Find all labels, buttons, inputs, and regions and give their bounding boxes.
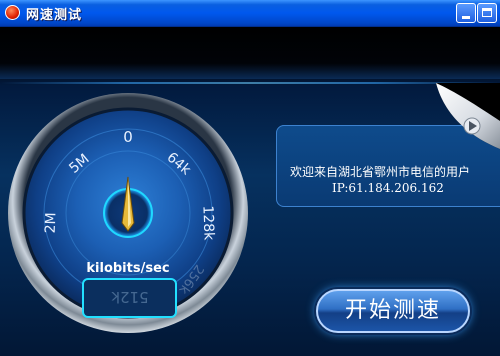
app-icon [5,5,20,20]
title-bar[interactable]: 网速测试 [0,0,500,27]
maximize-icon [482,8,492,17]
welcome-text: 欢迎来自湖北省鄂州市电信的用户 [290,165,471,179]
tick-label-2m: 2M [43,212,60,234]
ip-address: IP:61.184.206.162 [332,181,444,195]
page-curl-icon[interactable] [436,83,500,149]
speed-gauge: 0 5M 64k 2M 128k 256k kilobits/sec 512k [8,93,248,333]
speed-readout: 512k [111,288,149,306]
maximize-button[interactable] [477,3,497,23]
tick-label-0: 0 [123,128,133,146]
start-test-button[interactable]: 开始测速 [316,289,470,333]
window-title: 网速测试 [26,8,83,23]
speedtest-window: 网速测试 欢迎来自湖北省鄂州市电信的用户 IP:61.184.206.162 开… [0,0,500,356]
unit-label: kilobits/sec [86,261,169,276]
minimize-button[interactable] [456,3,476,23]
minimize-icon [462,16,470,19]
tick-label-128k: 128k [199,205,216,241]
